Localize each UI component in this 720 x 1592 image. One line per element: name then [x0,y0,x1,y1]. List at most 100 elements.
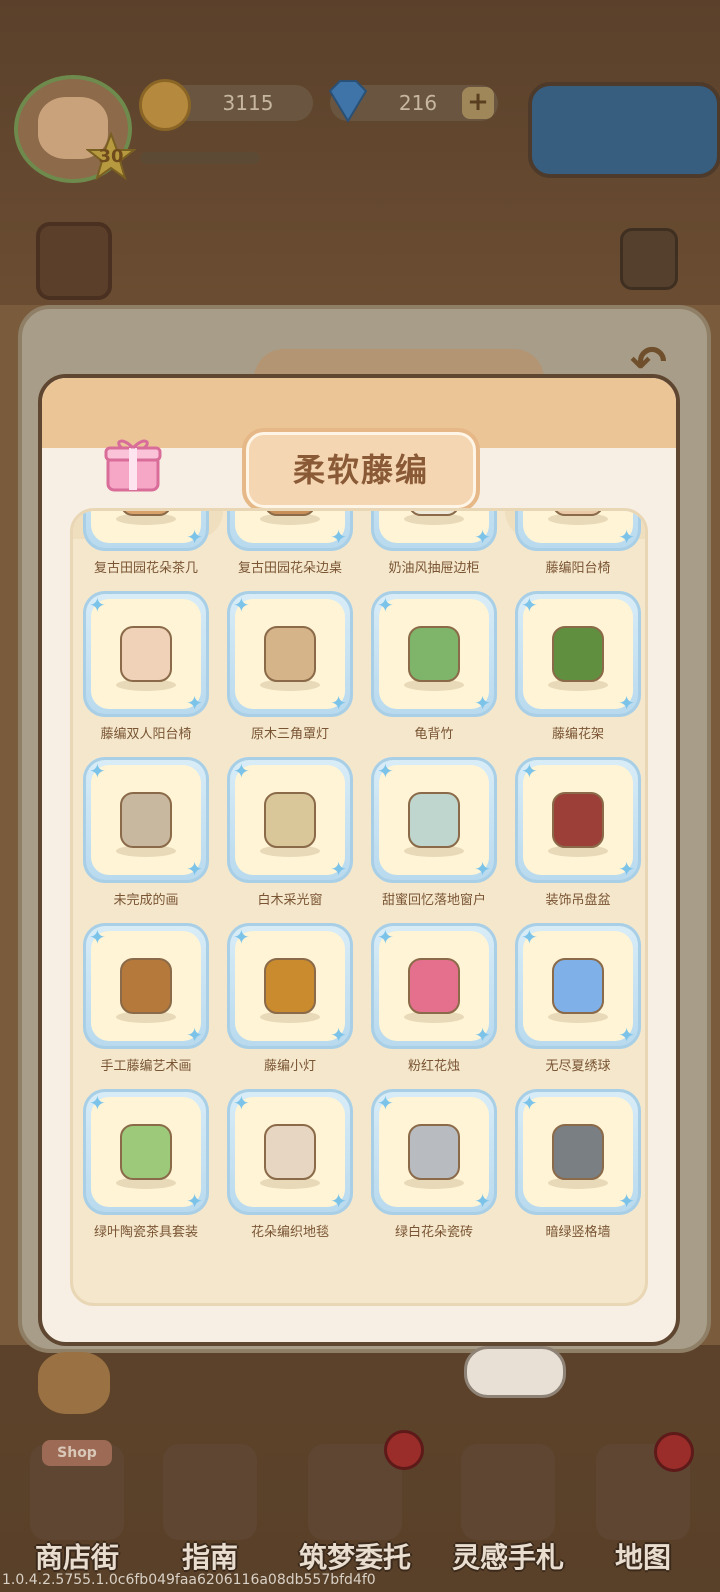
collection-item[interactable]: ✦✦ 奶油风抽屉边柜 [369,511,499,589]
collection-item[interactable]: ✦ ✦ 藤编花架 [513,591,643,755]
item-label: 甜蜜回忆落地窗户 [381,893,486,908]
item-card[interactable]: ✦✦ [371,591,497,717]
sparkle-icon: ✦ [618,525,635,549]
bone-icon[interactable] [464,1346,566,1398]
nav-commission[interactable]: 筑梦委托 [290,1430,424,1580]
collection-item[interactable]: ✦✦ 复古田园花朵茶几 [81,511,211,589]
nav-shop-street[interactable]: Shop 商店街 [12,1430,142,1580]
item-card[interactable]: ✦✦ [227,1089,353,1215]
sparkle-icon: ✦ [330,1023,347,1047]
collection-item[interactable]: ✦ ✦ 绿白花朵瓷砖 [369,1089,499,1253]
nav-label: 商店街 [34,1541,119,1574]
collection-item[interactable]: ✦ ✦ 藤编小灯 [225,923,355,1087]
item-label: 原木三角罩灯 [250,727,329,742]
box-button[interactable] [620,228,678,290]
sparkle-icon: ✦ [89,759,106,783]
event-banner[interactable] [528,82,720,178]
collection-item[interactable]: ✦ ✦ 粉红花烛 [369,923,499,1087]
collection-item[interactable]: ✦ ✦ 手工藤编艺术画 [81,923,211,1087]
sparkle-icon: ✦ [233,593,250,617]
item-card[interactable]: ✦✦ [371,1089,497,1215]
notification-dot [384,1430,424,1470]
item-card[interactable]: ✦✦ [515,757,641,883]
sparkle-icon: ✦ [618,1023,635,1047]
item-card[interactable]: ✦✦ [227,757,353,883]
collection-item[interactable]: ✦ ✦ 暗绿竖格墙 [513,1089,643,1253]
item-card[interactable]: ✦✦ [83,757,209,883]
collection-item[interactable]: ✦ ✦ 绿叶陶瓷茶具套装 [81,1089,211,1253]
sparkle-icon: ✦ [186,857,203,881]
item-label: 手工藤编艺术画 [100,1059,192,1074]
collection-item[interactable]: ✦ ✦ 白木采光窗 [225,757,355,921]
collection-item[interactable]: ✦ ✦ 花朵编织地毯 [225,1089,355,1253]
item-card[interactable]: ✦✦ [371,757,497,883]
nav-map[interactable]: 地图 [578,1430,708,1580]
item-label: 复古田园花朵茶几 [93,561,198,576]
sparkle-icon: ✦ [474,691,491,715]
item-label: 复古田园花朵边桌 [237,561,342,576]
collection-item[interactable]: ✦ ✦ 未完成的画 [81,757,211,921]
collection-item[interactable]: ✦✦ 复古田园花朵边桌 [225,511,355,589]
nav-label: 筑梦委托 [298,1541,411,1574]
item-card[interactable]: ✦✦ [371,511,497,551]
version-string: 1.0.4.2.5755.1.0c6fb049faa6206116a08db55… [2,1572,376,1588]
collection-item[interactable]: ✦ ✦ 原木三角罩灯 [225,591,355,755]
nav-label: 灵感手札 [451,1541,564,1574]
bottom-nav: Shop 商店街 指南 筑梦委托 灵感手札 地图 [0,1410,720,1592]
item-card[interactable]: ✦✦ [83,511,209,551]
collection-item[interactable]: ✦ ✦ 甜蜜回忆落地窗户 [369,757,499,921]
item-card[interactable]: ✦✦ [227,511,353,551]
collection-item[interactable]: ✦ ✦ 藤编双人阳台椅 [81,591,211,755]
collection-item[interactable]: ✦ ✦ 装饰吊盘盆 [513,757,643,921]
coin-counter[interactable]: 3115 [139,79,313,131]
notebook-icon [461,1444,555,1540]
gift-icon[interactable] [104,434,162,492]
item-card[interactable]: ✦✦ [515,923,641,1049]
item-card[interactable]: ✦✦ [83,591,209,717]
item-card[interactable]: ✦✦ [515,511,641,551]
item-label: 花朵编织地毯 [250,1225,329,1240]
collection-item[interactable]: ✦ ✦ 龟背竹 [369,591,499,755]
item-card[interactable]: ✦✦ [83,1089,209,1215]
item-card[interactable]: ✦✦ [83,923,209,1049]
item-label: 藤编双人阳台椅 [100,727,192,742]
sparkle-icon: ✦ [186,525,203,549]
sparkle-icon: ✦ [521,593,538,617]
collection-item[interactable]: ✦ ✦ 无尽夏绣球 [513,923,643,1087]
diamond-icon [328,80,368,123]
popup-title: 柔软藤编 [242,428,480,512]
level-number: 30 [98,146,124,167]
item-label: 粉红花烛 [407,1059,460,1074]
guide-icon [163,1444,257,1540]
item-card[interactable]: ✦✦ [227,923,353,1049]
gem-counter[interactable]: 216 + [328,80,498,123]
item-label: 藤编阳台椅 [545,561,611,576]
item-label: 绿叶陶瓷茶具套装 [93,1225,198,1240]
mascot-dog[interactable] [38,1352,110,1414]
sparkle-icon: ✦ [521,759,538,783]
sparkle-icon: ✦ [377,1091,394,1115]
nav-notebook[interactable]: 灵感手札 [443,1430,573,1580]
item-label: 无尽夏绣球 [545,1059,611,1074]
sparkle-icon: ✦ [474,857,491,881]
item-label: 装饰吊盘盆 [545,893,611,908]
item-card[interactable]: ✦✦ [515,1089,641,1215]
item-card[interactable]: ✦✦ [371,923,497,1049]
item-card[interactable]: ✦✦ [227,591,353,717]
item-card[interactable]: ✦✦ [515,591,641,717]
item-label: 藤编小灯 [263,1059,316,1074]
gem-value: 216 [398,91,438,115]
nav-guide[interactable]: 指南 [145,1430,275,1580]
coin-icon [139,79,191,131]
sparkle-icon: ✦ [330,1189,347,1213]
collection-item[interactable]: ✦✦ 藤编阳台椅 [513,511,643,589]
top-hud: 30 3115 216 + [0,70,720,190]
item-grid-frame: ✦✦复古田园花朵茶几✦✦复古田园花朵边桌✦✦奶油风抽屉边柜✦✦藤编阳台椅✦✦藤编… [70,508,648,1306]
favorites-button[interactable] [36,222,112,300]
sparkle-icon: ✦ [330,525,347,549]
sparkle-icon: ✦ [377,759,394,783]
sparkle-icon: ✦ [521,1091,538,1115]
sparkle-icon: ✦ [233,1091,250,1115]
add-gems-button[interactable]: + [462,87,494,119]
sparkle-icon: ✦ [521,925,538,949]
